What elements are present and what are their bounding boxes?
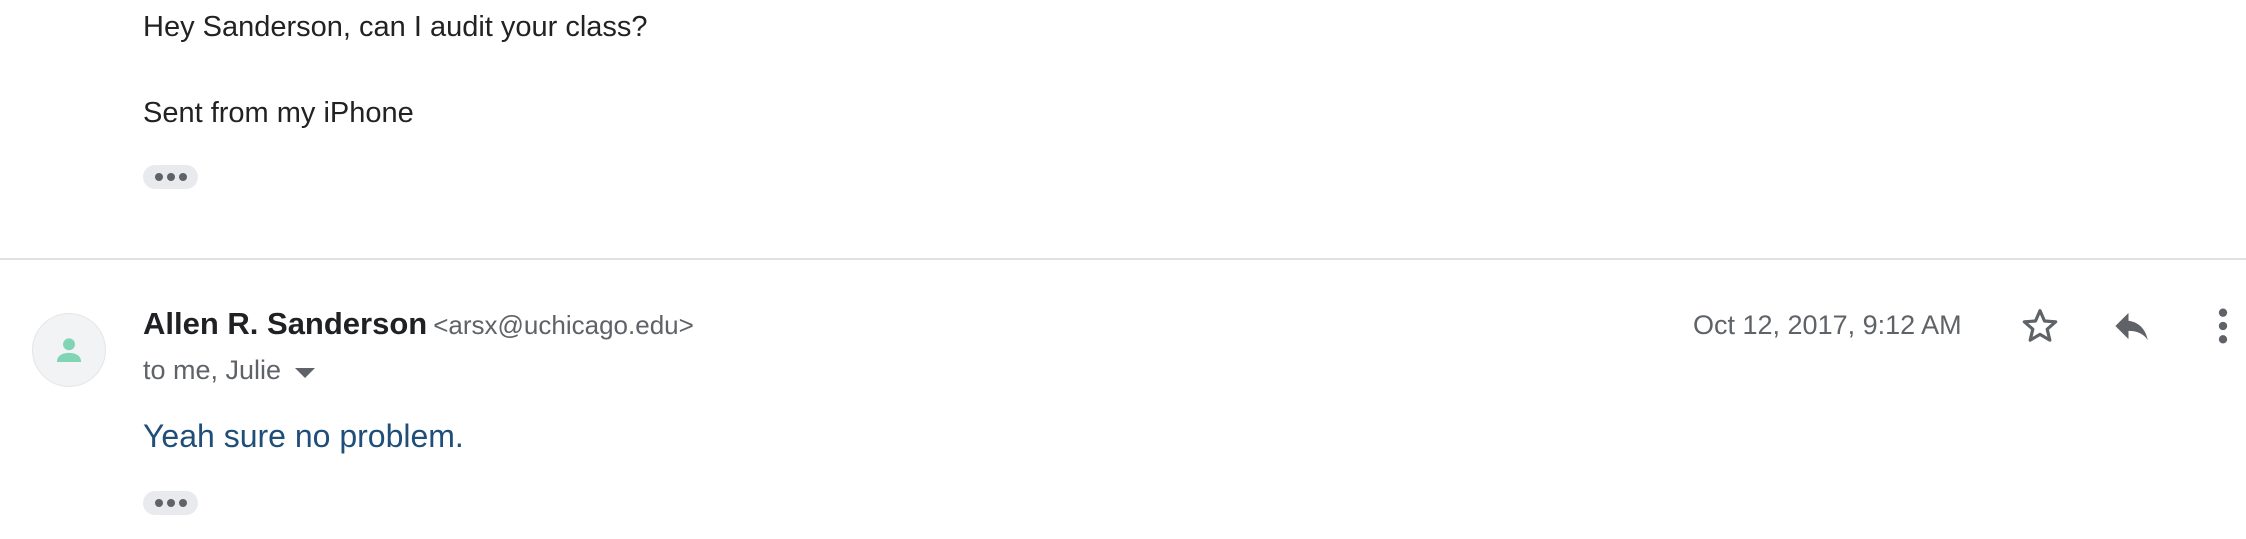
show-trimmed-content-button[interactable] bbox=[143, 491, 198, 515]
message-date: Oct 12, 2017, 9:12 AM bbox=[1693, 310, 1962, 340]
chevron-down-icon[interactable] bbox=[295, 367, 316, 378]
star-button[interactable] bbox=[2016, 302, 2064, 350]
recipients-text: to me, Julie bbox=[143, 355, 282, 385]
reply-icon bbox=[2115, 312, 2148, 340]
star-icon bbox=[2022, 309, 2058, 342]
message-body: Yeah sure no problem. bbox=[143, 418, 464, 454]
more-options-button[interactable] bbox=[2210, 302, 2236, 350]
previous-message-signature: Sent from my iPhone bbox=[143, 97, 414, 129]
sender-avatar[interactable] bbox=[33, 314, 105, 386]
message-divider bbox=[0, 258, 2246, 260]
previous-message-line-1: Hey Sanderson, can I audit your class? bbox=[143, 11, 648, 43]
ellipsis-icon bbox=[154, 499, 163, 507]
show-trimmed-content-button[interactable] bbox=[143, 165, 198, 189]
recipients-toggle[interactable]: to me, Julie bbox=[143, 355, 316, 386]
more-vertical-icon bbox=[2218, 308, 2228, 344]
reply-button[interactable] bbox=[2107, 302, 2157, 350]
previous-message-body: Hey Sanderson, can I audit your class? S… bbox=[143, 8, 648, 132]
person-icon bbox=[56, 338, 82, 363]
sender-name[interactable]: Allen R. Sanderson bbox=[143, 306, 427, 341]
sender-email: <arsx@uchicago.edu> bbox=[433, 310, 694, 340]
sender-info: Allen R. Sanderson <arsx@uchicago.edu> bbox=[143, 306, 694, 342]
email-thread: Hey Sanderson, can I audit your class? S… bbox=[0, 0, 2246, 539]
ellipsis-icon bbox=[154, 173, 163, 181]
